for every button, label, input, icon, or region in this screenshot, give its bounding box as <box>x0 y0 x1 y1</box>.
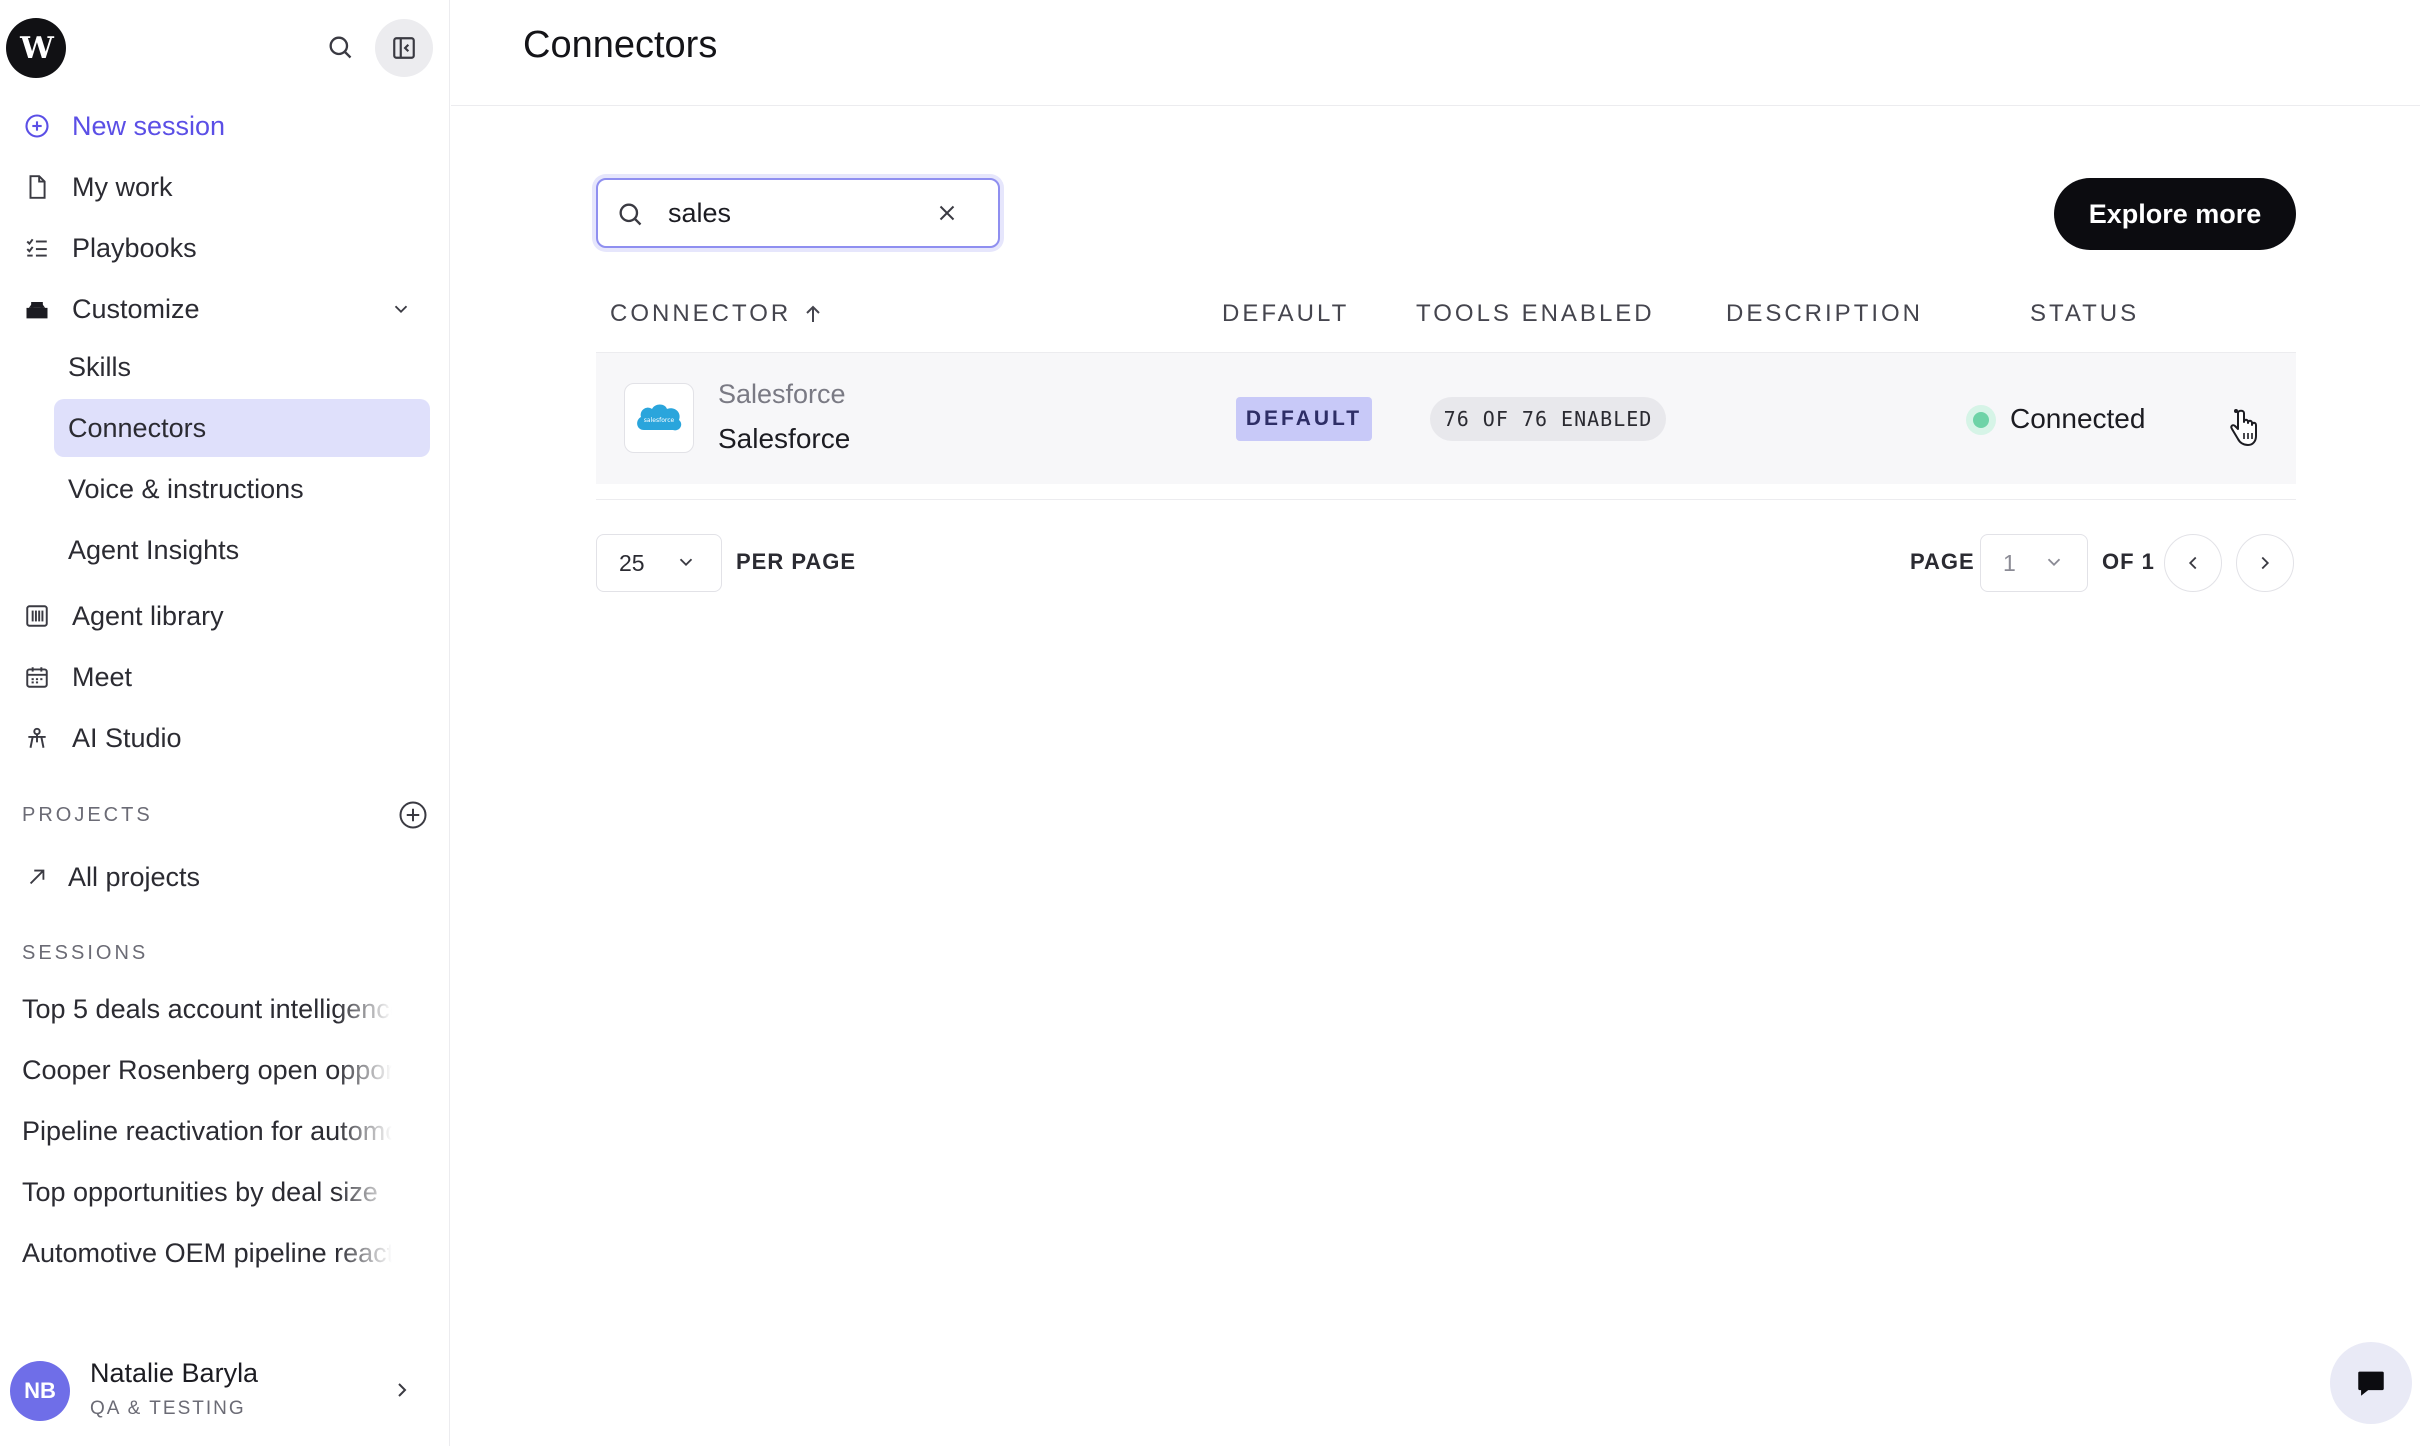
next-page-button[interactable] <box>2236 534 2294 592</box>
sidebar-item-skills[interactable]: Skills <box>54 338 430 396</box>
session-item[interactable]: Pipeline reactivation for automotive <box>22 1116 392 1147</box>
session-item[interactable]: Top 5 deals account intelligence <box>22 994 392 1025</box>
nav-my-work[interactable]: My work <box>22 159 173 215</box>
search-value: sales <box>668 198 732 228</box>
file-icon <box>22 172 52 202</box>
search-icon[interactable] <box>310 16 370 78</box>
sidebar-item-connectors[interactable]: Connectors <box>54 399 430 457</box>
calendar-icon <box>22 662 52 692</box>
table-row[interactable]: salesforce Salesforce Salesforce DEFAULT… <box>596 352 2296 484</box>
collapse-sidebar-icon[interactable] <box>375 19 433 77</box>
arrow-up-right-icon <box>22 862 52 892</box>
chevron-left-icon <box>2182 552 2204 574</box>
toolbox-icon <box>22 294 52 324</box>
projects-section-label: PROJECTS <box>22 804 153 826</box>
chat-icon <box>2354 1366 2388 1400</box>
per-page-select[interactable]: 25 <box>596 534 722 592</box>
close-icon[interactable] <box>934 200 964 230</box>
per-page-label: PER PAGE <box>736 549 857 574</box>
user-profile[interactable]: NB Natalie Baryla QA & TESTING <box>10 1358 430 1424</box>
user-role: QA & TESTING <box>90 1398 246 1419</box>
nav-agent-library[interactable]: Agent library <box>22 588 224 644</box>
row-actions-menu-icon[interactable] <box>2222 405 2262 446</box>
page-label: PAGE <box>1910 549 1975 574</box>
add-project-icon[interactable] <box>398 800 428 830</box>
page-header: Connectors <box>451 0 2420 106</box>
column-header-status: STATUS <box>2030 300 2140 327</box>
library-icon <box>22 601 52 631</box>
sidebar-item-voice-instructions[interactable]: Voice & instructions <box>54 460 430 518</box>
connector-provider: Salesforce <box>718 379 846 409</box>
session-item[interactable]: Automotive OEM pipeline reactivation <box>22 1238 392 1269</box>
column-header-connector[interactable]: CONNECTOR <box>610 300 825 328</box>
page-select[interactable]: 1 <box>1980 534 2088 592</box>
status-text: Connected <box>2010 403 2146 434</box>
column-header-default: DEFAULT <box>1222 300 1350 327</box>
session-item[interactable]: Cooper Rosenberg open opportunities <box>22 1055 392 1086</box>
nav-customize[interactable]: Customize <box>22 281 200 337</box>
checklist-icon <box>22 233 52 263</box>
avatar: NB <box>10 1361 70 1421</box>
tools-enabled-badge: 76 OF 76 ENABLED <box>1430 397 1666 441</box>
default-badge: DEFAULT <box>1236 397 1372 441</box>
user-name: Natalie Baryla <box>90 1358 259 1388</box>
column-header-description: DESCRIPTION <box>1726 300 1924 327</box>
chevron-down-icon[interactable] <box>388 296 414 322</box>
previous-page-button[interactable] <box>2164 534 2222 592</box>
table-divider <box>596 499 2296 500</box>
sidebar: W New session My work Playbooks Customiz… <box>0 0 450 1446</box>
chevron-down-icon <box>2043 551 2069 577</box>
session-item[interactable]: Top opportunities by deal size <box>22 1177 392 1208</box>
chevron-down-icon <box>675 551 701 577</box>
svg-text:salesforce: salesforce <box>644 417 675 424</box>
column-header-tools: TOOLS ENABLED <box>1416 300 1655 327</box>
plus-circle-icon <box>22 111 52 141</box>
nav-all-projects[interactable]: All projects <box>22 849 200 905</box>
status-indicator-icon <box>1966 405 1996 435</box>
studio-icon <box>22 723 52 753</box>
nav-new-session[interactable]: New session <box>22 98 225 154</box>
connector-name: Salesforce <box>718 423 851 454</box>
chevron-right-icon <box>390 1378 416 1404</box>
app-logo[interactable]: W <box>6 18 66 78</box>
sessions-section-label: SESSIONS <box>22 942 149 964</box>
chevron-right-icon <box>2254 552 2276 574</box>
page-title: Connectors <box>523 24 718 66</box>
page-total-label: OF 1 <box>2102 549 2155 574</box>
sort-ascending-icon <box>801 302 825 326</box>
search-input[interactable]: sales <box>596 178 1000 248</box>
sidebar-item-agent-insights[interactable]: Agent Insights <box>54 521 430 579</box>
nav-meet[interactable]: Meet <box>22 649 132 705</box>
chat-button[interactable] <box>2330 1342 2412 1424</box>
salesforce-logo: salesforce <box>624 383 694 453</box>
nav-ai-studio[interactable]: AI Studio <box>22 710 182 766</box>
search-icon <box>616 200 646 230</box>
nav-playbooks[interactable]: Playbooks <box>22 220 197 276</box>
explore-more-button[interactable]: Explore more <box>2054 178 2296 250</box>
